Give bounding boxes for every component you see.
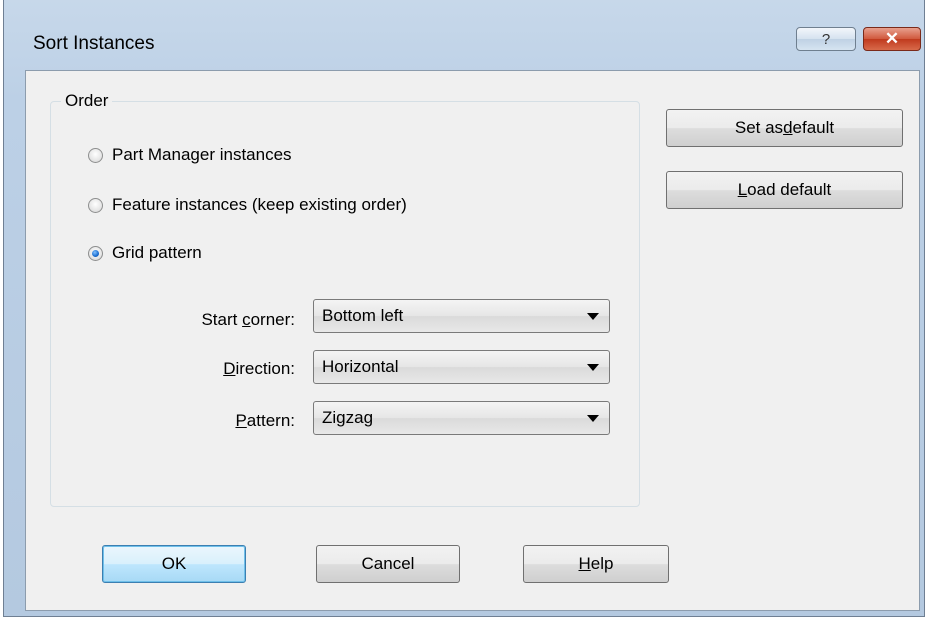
pattern-label: Pattern:	[235, 411, 295, 430]
title-close-button[interactable]: ✕	[863, 27, 921, 51]
direction-select[interactable]: Horizontal	[313, 350, 610, 384]
window-title: Sort Instances	[33, 33, 155, 54]
radio-part-manager-instances[interactable]: Part Manager instances	[88, 145, 292, 165]
start-corner-value: Bottom left	[322, 306, 404, 325]
dialog-client-area: Order Part Manager instances Feature ins…	[25, 70, 920, 611]
cancel-button[interactable]: Cancel	[316, 545, 460, 583]
radio-button-selected[interactable]	[88, 245, 103, 261]
radio-grid-pattern[interactable]: Grid pattern	[88, 243, 202, 263]
radio-feature-instances[interactable]: Feature instances (keep existing order)	[88, 195, 407, 215]
question-icon: ?	[821, 30, 831, 48]
radio-label: Part Manager instances	[112, 145, 292, 164]
pattern-select[interactable]: Zigzag	[313, 401, 610, 435]
set-as-default-button[interactable]: Set as d efault	[666, 109, 903, 147]
radio-button[interactable]	[88, 147, 103, 163]
order-group-legend: Order	[61, 91, 113, 111]
close-icon: ✕	[884, 29, 900, 48]
dialog-window: Sort Instances ? ✕ Order Part Manager in…	[3, 0, 925, 617]
start-corner-select[interactable]: Bottom left	[313, 299, 610, 333]
chevron-down-icon[interactable]	[587, 313, 599, 320]
load-default-button[interactable]: Load default	[666, 171, 903, 209]
direction-label: Direction:	[223, 359, 295, 378]
ok-button[interactable]: OK	[102, 545, 246, 583]
start-corner-label: Start corner:	[201, 310, 295, 329]
radio-label: Feature instances (keep existing order)	[112, 195, 407, 214]
direction-value: Horizontal	[322, 357, 399, 376]
radio-label: Grid pattern	[112, 243, 202, 262]
chevron-down-icon[interactable]	[587, 364, 599, 371]
help-button[interactable]: Help	[523, 545, 669, 583]
title-help-button[interactable]: ?	[796, 27, 856, 51]
chevron-down-icon[interactable]	[587, 415, 599, 422]
pattern-value: Zigzag	[322, 408, 374, 427]
radio-button[interactable]	[88, 197, 103, 213]
